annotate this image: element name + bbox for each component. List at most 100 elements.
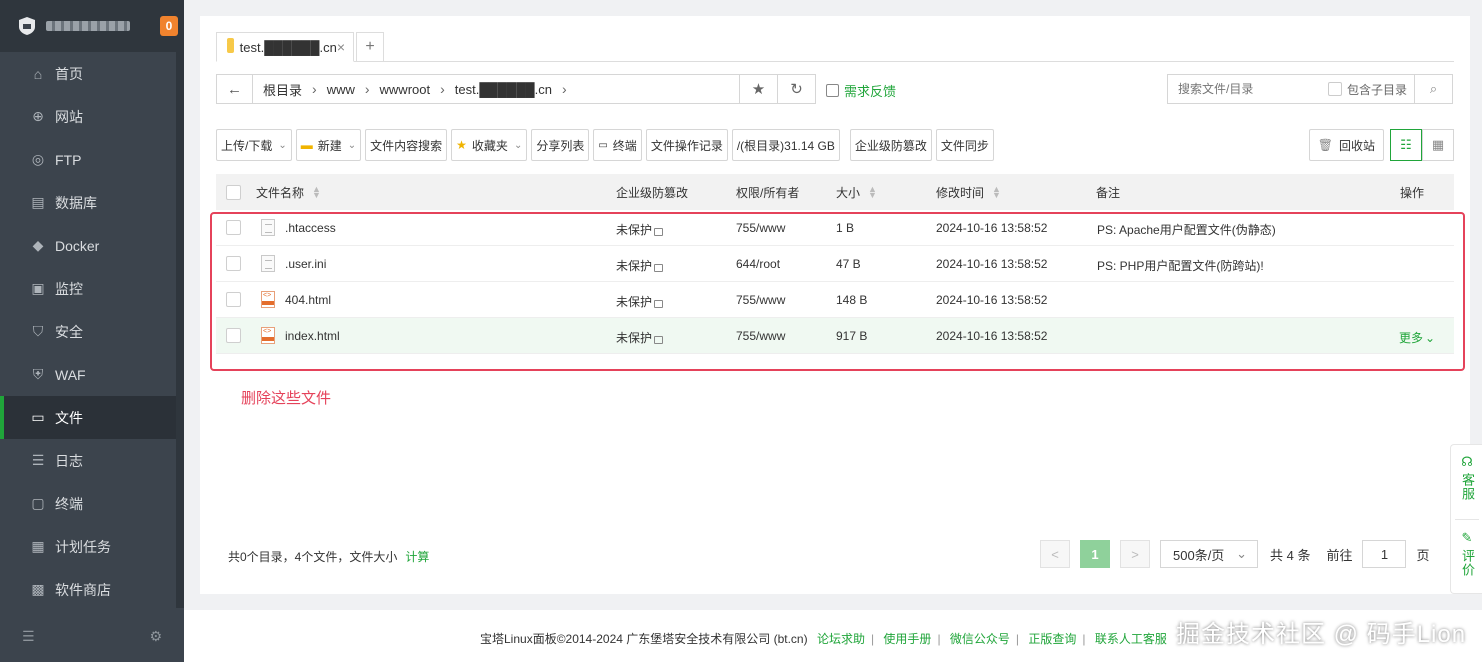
page-number[interactable]: 1 xyxy=(1080,540,1110,568)
upload-download-button[interactable]: 上传/下载 ⌄ xyxy=(216,129,292,161)
favorites-button[interactable]: ★ 收藏夹 ⌄ xyxy=(451,129,528,161)
header-size[interactable]: 大小 ▲ ▼ xyxy=(836,184,877,201)
tab-current-dir[interactable]: test.██████.cn × xyxy=(216,32,354,62)
page-unit-label: 页 xyxy=(1416,547,1430,563)
breadcrumb-item[interactable]: www xyxy=(317,82,365,97)
header-tamper: 企业级防篡改 xyxy=(616,184,688,201)
license-check-link[interactable]: 正版查询 xyxy=(1028,632,1076,646)
sidebar-item-label: 首页 xyxy=(55,65,83,82)
logo-icon xyxy=(19,17,35,35)
shield-icon: ⛉ xyxy=(32,323,44,339)
sidebar-item-label: 日志 xyxy=(55,452,83,469)
sidebar-item-label: 网站 xyxy=(55,108,83,125)
divider: | xyxy=(870,632,875,646)
button-label: 上传/下载 xyxy=(221,138,273,153)
review-label: 评价 xyxy=(1460,549,1475,577)
close-icon[interactable]: × xyxy=(337,39,345,55)
sidebar-item-terminal[interactable]: ▢ 终端 xyxy=(0,482,184,525)
table-header: 文件名称 ▲ ▼ 企业级防篡改 权限/所有者 大小 ▲ ▼ 修改时间 ▲ ▼ 备注 操作 xyxy=(216,174,1454,210)
search-box: 包含子目录 ⌕ xyxy=(1167,74,1453,104)
globe-icon: ⊕ xyxy=(32,108,44,124)
sidebar-item-cron[interactable]: ▦ 计划任务 xyxy=(0,525,184,568)
include-subdir-checkbox[interactable]: 包含子目录 xyxy=(1328,81,1407,98)
disk-usage-button[interactable]: /(根目录)31.14 GB xyxy=(731,129,840,161)
goto-label: 前往 xyxy=(1326,547,1353,563)
sidebar-item-ftp[interactable]: ◎ FTP xyxy=(0,138,184,181)
sidebar-item-waf[interactable]: ⛨ WAF xyxy=(0,353,184,396)
list-view-button[interactable]: ☷ xyxy=(1390,129,1422,161)
new-button[interactable]: ▬ 新建 ⌄ xyxy=(295,129,362,161)
sidebar-item-database[interactable]: ▤ 数据库 xyxy=(0,181,184,224)
header-perm: 权限/所有者 xyxy=(736,184,799,201)
breadcrumb-item[interactable]: test.██████.cn xyxy=(445,82,562,97)
select-all-checkbox[interactable] xyxy=(226,184,241,200)
page-size-select[interactable]: 500条/页 ⌄ xyxy=(1160,540,1258,568)
sidebar-item-security[interactable]: ⛉ 安全 xyxy=(0,310,184,353)
sidebar-item-logs[interactable]: ☰ 日志 xyxy=(0,439,184,482)
notification-badge[interactable]: 0 xyxy=(160,16,178,36)
button-label: 收藏夹 xyxy=(471,138,508,153)
feedback-label: 需求反馈 xyxy=(844,84,897,99)
tamper-protect-button[interactable]: 企业级防篡改 xyxy=(849,129,932,161)
grid-view-button[interactable]: ▦ xyxy=(1422,129,1454,161)
monitor-icon: ▣ xyxy=(31,280,45,296)
sidebar-item-files[interactable]: ▭ 文件 xyxy=(0,396,184,439)
goto-page-input[interactable]: 1 xyxy=(1362,540,1407,568)
divider xyxy=(1455,519,1479,520)
waf-icon: ⛨ xyxy=(32,366,44,382)
sidebar-item-docker[interactable]: ◆ Docker xyxy=(0,224,184,267)
contact-support-link[interactable]: 联系人工客服 xyxy=(1095,632,1167,646)
wechat-link[interactable]: 微信公众号 xyxy=(950,632,1010,646)
prev-page-button[interactable]: < xyxy=(1040,540,1070,568)
share-list-button[interactable]: 分享列表 xyxy=(531,129,590,161)
sidebar-item-website[interactable]: ⊕ 网站 xyxy=(0,95,184,138)
checkbox[interactable] xyxy=(1328,82,1342,96)
column-label: 备注 xyxy=(1096,185,1121,200)
search-input[interactable] xyxy=(1178,76,1328,102)
feedback-link[interactable]: 需求反馈 xyxy=(826,81,896,100)
breadcrumb-item[interactable]: 根目录 xyxy=(253,80,312,99)
sidebar-item-home[interactable]: ⌂ 首页 xyxy=(0,52,184,95)
sidebar-item-store[interactable]: ▩ 软件商店 xyxy=(0,568,184,611)
header-mtime[interactable]: 修改时间 ▲ ▼ xyxy=(936,184,1001,201)
header-name[interactable]: 文件名称 ▲ ▼ xyxy=(256,184,321,201)
address-bar: ← 根目录 › www › wwwroot › test.██████.cn › ★ ↻ xyxy=(216,74,816,104)
sidebar-item-label: 终端 xyxy=(55,495,83,512)
favorite-star-icon[interactable]: ★ xyxy=(739,75,777,103)
calculate-size-link[interactable]: 计算 xyxy=(405,550,429,564)
highlight-box xyxy=(210,212,1465,371)
back-button[interactable]: ← xyxy=(217,75,253,103)
op-log-button[interactable]: 文件操作记录 xyxy=(645,129,728,161)
divider: | xyxy=(1082,632,1086,646)
copyright-text: 宝塔Linux面板©2014-2024 广东堡塔安全技术有限公司 (bt.cn) xyxy=(480,632,808,646)
refresh-icon[interactable]: ↻ xyxy=(777,75,815,103)
sidebar-item-monitor[interactable]: ▣ 监控 xyxy=(0,267,184,310)
header-ops: 操作 xyxy=(1400,184,1424,201)
divider: | xyxy=(937,632,941,646)
sidebar-scrollbar[interactable] xyxy=(176,52,184,608)
file-sync-button[interactable]: 文件同步 xyxy=(935,129,994,161)
next-page-button[interactable]: > xyxy=(1120,540,1150,568)
collapse-menu-icon[interactable]: ☰ xyxy=(22,628,35,645)
forum-link[interactable]: 论坛求助 xyxy=(817,632,865,646)
checkbox[interactable] xyxy=(226,184,241,200)
button-label: 回收站 xyxy=(1338,138,1375,153)
manual-link[interactable]: 使用手册 xyxy=(883,632,931,646)
edit-icon xyxy=(826,84,839,97)
search-button[interactable]: ⌕ xyxy=(1414,75,1452,103)
column-label: 操作 xyxy=(1400,185,1425,200)
customer-service-button[interactable]: ☊ 客服 xyxy=(1451,455,1482,502)
sidebar-item-label: 计划任务 xyxy=(55,538,111,555)
content-search-button[interactable]: 文件内容搜索 xyxy=(365,129,448,161)
recycle-bin-button[interactable]: 🗑 回收站 xyxy=(1308,129,1384,161)
add-tab-button[interactable]: + xyxy=(356,32,384,62)
terminal-button[interactable]: ▭ 终端 xyxy=(593,129,642,161)
breadcrumb: 根目录 › www › wwwroot › test.██████.cn › xyxy=(253,80,567,99)
review-button[interactable]: ✎ 评价 xyxy=(1451,531,1482,578)
search-icon: ⌕ xyxy=(1429,81,1438,96)
settings-icon[interactable]: ⚙ xyxy=(149,628,162,645)
column-label: 修改时间 xyxy=(936,185,985,200)
summary-text: 共0个目录，4个文件，文件大小 xyxy=(228,550,398,564)
breadcrumb-item[interactable]: wwwroot xyxy=(370,82,441,97)
sidebar-item-label: 监控 xyxy=(55,280,83,297)
